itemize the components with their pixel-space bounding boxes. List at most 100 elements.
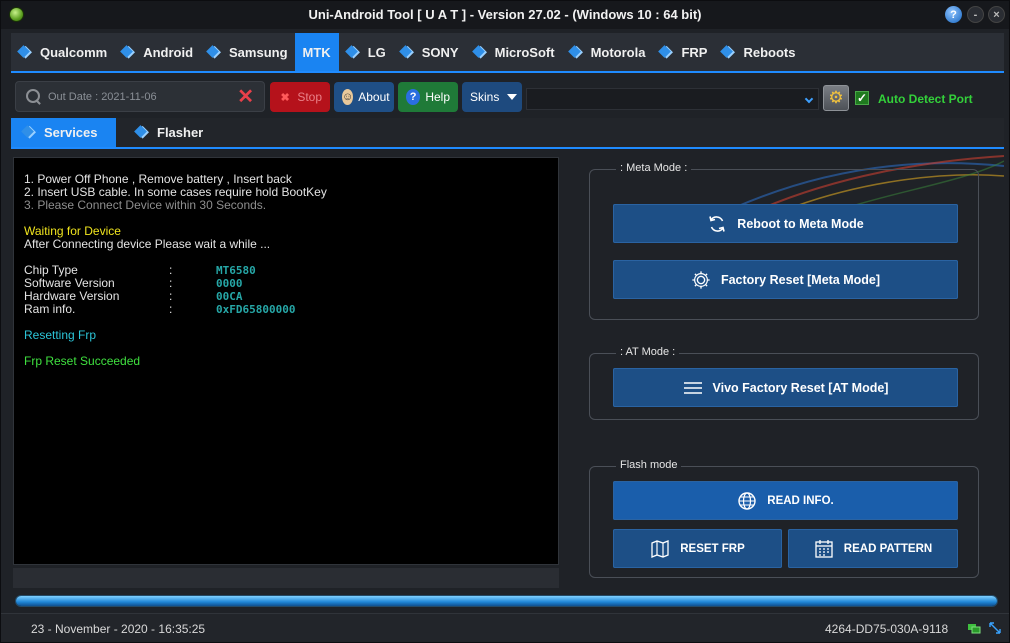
tab-label: Samsung — [229, 44, 288, 60]
network-icon — [968, 621, 981, 634]
tab-label: FRP — [681, 44, 708, 60]
tab-flasher[interactable]: Flasher — [116, 118, 219, 147]
info-sep: : — [169, 302, 173, 316]
diamond-icon — [206, 45, 221, 60]
stop-icon: ✖ — [280, 91, 290, 104]
log-line: 3. Please Connect Device within 30 Secon… — [24, 198, 267, 212]
reset-frp-label: RESET FRP — [680, 542, 745, 555]
search-box: ✕ — [15, 81, 265, 112]
tab-qualcomm[interactable]: Qualcomm — [11, 33, 114, 71]
meta-mode-group: : Meta Mode : Reboot to Meta Mode Factor… — [589, 162, 979, 320]
tab-services[interactable]: Services — [11, 118, 116, 147]
info-key: Ram info. — [24, 302, 76, 316]
tab-label: Reboots — [743, 44, 796, 60]
port-settings-button[interactable]: ⚙ — [823, 85, 849, 111]
vivo-factory-reset-button[interactable]: Vivo Factory Reset [AT Mode] — [613, 368, 958, 407]
meta-mode-legend: : Meta Mode : — [616, 162, 692, 174]
sub-tab-bar: Services Flasher — [11, 118, 1004, 149]
read-pattern-button[interactable]: READ PATTERN — [788, 529, 958, 568]
menu-icon — [683, 378, 703, 398]
minimize-button[interactable]: - — [967, 6, 984, 23]
chevron-down-icon — [804, 94, 814, 104]
diamond-icon — [658, 45, 673, 60]
flash-mode-group: Flash mode READ INFO. RESET FRP READ PAT… — [589, 459, 979, 578]
at-mode-legend: : AT Mode : — [616, 346, 680, 358]
tab-label: MicroSoft — [494, 44, 555, 60]
diamond-icon — [21, 125, 36, 140]
skins-label: Skins — [470, 90, 500, 104]
tab-lg[interactable]: LG — [339, 33, 393, 71]
log-line: Frp Reset Succeeded — [24, 354, 141, 368]
read-pattern-label: READ PATTERN — [843, 542, 933, 555]
tab-frp[interactable]: FRP — [652, 33, 714, 71]
brand-tab-bar: Qualcomm Android Samsung MTK LG SONY Mic… — [11, 33, 1004, 73]
status-datetime: 23 - November - 2020 - 16:35:25 — [31, 622, 206, 636]
log-console[interactable]: 1. Power Off Phone , Remove battery , In… — [13, 157, 559, 565]
log-line: After Connecting device Please wait a wh… — [24, 237, 271, 251]
tab-label: SONY — [421, 44, 459, 60]
diamond-icon — [399, 45, 414, 60]
info-sep: : — [169, 263, 173, 277]
tab-sony[interactable]: SONY — [393, 33, 466, 71]
device-info-row: Ram info.: 0xFD65800000 — [24, 302, 558, 317]
gear-icon — [691, 270, 711, 290]
info-value: 0xFD65800000 — [216, 303, 296, 316]
auto-detect-checkbox[interactable]: ✓ — [855, 91, 869, 105]
stop-label: Stop — [297, 90, 322, 104]
tab-label: Android — [143, 44, 194, 60]
at-mode-group: : AT Mode : Vivo Factory Reset [AT Mode] — [589, 346, 979, 420]
app-window: Uni-Android Tool [ U A T ] - Version 27.… — [0, 0, 1010, 643]
info-sep: : — [169, 276, 173, 290]
read-info-label: READ INFO. — [767, 494, 834, 507]
tab-motorola[interactable]: Motorola — [562, 33, 653, 71]
diamond-icon — [134, 125, 149, 140]
info-sep: : — [169, 289, 173, 303]
progress-fill — [16, 596, 997, 606]
auto-detect-label: Auto Detect Port — [878, 92, 973, 106]
vivo-factory-reset-label: Vivo Factory Reset [AT Mode] — [712, 380, 889, 395]
status-bar: 23 - November - 2020 - 16:35:25 4264-DD7… — [1, 613, 1009, 642]
tab-samsung[interactable]: Samsung — [200, 33, 295, 71]
log-line: Resetting Frp — [24, 328, 97, 342]
question-icon: ? — [406, 89, 421, 105]
help-icon[interactable]: ? — [945, 6, 962, 23]
stop-button[interactable]: ✖ Stop — [270, 82, 330, 112]
reset-frp-button[interactable]: RESET FRP — [613, 529, 782, 568]
calendar-icon — [814, 539, 834, 559]
read-info-button[interactable]: READ INFO. — [613, 481, 958, 520]
tab-label: MTK — [302, 44, 331, 60]
help-button[interactable]: ? Help — [398, 82, 458, 112]
toolbar: ✕ ✖ Stop ☺ About ? Help Skins ⚙ ✓ Auto Dete… — [15, 81, 995, 113]
resize-icon[interactable] — [989, 622, 1001, 634]
status-device-id: 4264-DD75-030A-9118 — [825, 622, 949, 636]
flash-mode-legend: Flash mode — [616, 459, 682, 471]
window-title: Uni-Android Tool [ U A T ] - Version 27.… — [308, 7, 702, 22]
console-footer — [13, 568, 559, 588]
search-icon — [26, 88, 42, 105]
diamond-icon — [472, 45, 487, 60]
caret-down-icon — [507, 94, 518, 100]
user-icon: ☺ — [342, 89, 354, 105]
device-info-row: Hardware Version:00CA — [24, 289, 558, 304]
tab-label: LG — [367, 44, 386, 60]
tab-label: Services — [44, 125, 98, 140]
info-value: 0000 — [216, 277, 243, 290]
tab-mtk[interactable]: MTK — [294, 33, 339, 71]
reboot-meta-label: Reboot to Meta Mode — [737, 216, 864, 231]
search-input[interactable] — [48, 90, 228, 103]
reboot-meta-button[interactable]: Reboot to Meta Mode — [613, 204, 958, 243]
factory-reset-meta-label: Factory Reset [Meta Mode] — [720, 272, 881, 287]
factory-reset-meta-button[interactable]: Factory Reset [Meta Mode] — [613, 260, 958, 299]
tab-reboots[interactable]: Reboots — [714, 33, 802, 71]
tab-microsoft[interactable]: MicroSoft — [466, 33, 562, 71]
about-button[interactable]: ☺ About — [334, 82, 394, 112]
close-button[interactable]: × — [988, 6, 1005, 23]
skins-button[interactable]: Skins — [462, 82, 522, 112]
clear-icon[interactable]: ✕ — [237, 87, 254, 107]
help-label: Help — [425, 90, 450, 104]
gear-icon: ⚙ — [828, 88, 844, 107]
tab-android[interactable]: Android — [114, 33, 200, 71]
diamond-icon — [568, 45, 583, 60]
port-select[interactable] — [526, 88, 819, 110]
tab-label: Qualcomm — [40, 44, 108, 60]
